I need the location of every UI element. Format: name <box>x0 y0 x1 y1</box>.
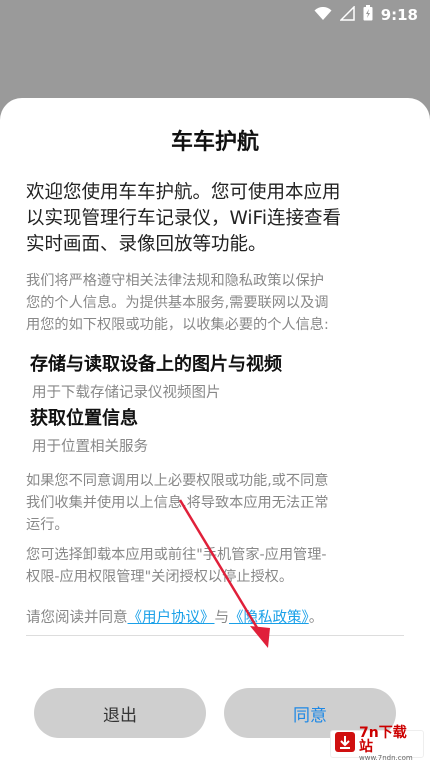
privacy-policy-link[interactable]: 《隐私政策》 <box>229 610 309 626</box>
uninstall-line: 权限-应用权限管理"关闭授权以停止授权。 <box>26 569 294 585</box>
download-icon <box>335 732 355 756</box>
dialog-title: 车车护航 <box>170 130 259 155</box>
signal-icon <box>338 4 355 25</box>
refuse-text: 如果您不同意调用以上必要权限或功能,或不同意 我们收集并使用以上信息,将导致本应… <box>26 470 406 536</box>
refuse-line: 运行。 <box>26 517 69 533</box>
watermark-url: www.7ndn.com <box>359 754 413 762</box>
uninstall-text: 您可选择卸载本应用或前往"手机管家-应用管理- 权限-应用权限管理"关闭授权以停… <box>26 544 406 588</box>
welcome-line: 欢迎您使用车车护航。您可使用本应用 <box>26 182 341 203</box>
watermark-text: 7n下载站 <box>359 725 407 755</box>
agreement-line: 请您阅读并同意《用户协议》与《隐私政策》。 <box>26 606 404 636</box>
permission-location-desc: 用于位置相关服务 <box>32 439 148 455</box>
permission-location-title: 获取位置信息 <box>30 408 138 429</box>
privacy-dialog: 车车护航 欢迎您使用车车护航。您可使用本应用 以实现管理行车记录仪，WiFi连接… <box>0 98 430 764</box>
welcome-text: 欢迎您使用车车护航。您可使用本应用 以实现管理行车记录仪，WiFi连接查看 实时… <box>26 180 402 258</box>
refuse-line: 如果您不同意调用以上必要权限或功能,或不同意 <box>26 473 329 489</box>
permission-storage-desc: 用于下载存储记录仪视频图片 <box>32 385 221 401</box>
battery-icon <box>363 5 373 25</box>
refuse-line: 我们收集并使用以上信息,将导致本应用无法正常 <box>26 495 329 511</box>
uninstall-line: 您可选择卸载本应用或前往"手机管家-应用管理- <box>26 547 327 563</box>
wifi-icon <box>314 6 332 25</box>
welcome-line: 以实现管理行车记录仪，WiFi连接查看 <box>26 208 341 229</box>
intro-line: 您的个人信息。为提供基本服务,需要联网以及调 <box>26 295 329 311</box>
agreement-suffix: 。 <box>308 610 324 626</box>
permission-storage-title: 存储与读取设备上的图片与视频 <box>30 354 282 375</box>
user-agreement-link[interactable]: 《用户协议》 <box>128 610 215 626</box>
agreement-conjunction: 与 <box>214 610 230 626</box>
agreement-prefix: 请您阅读并同意 <box>26 610 128 626</box>
welcome-line: 实时画面、录像回放等功能。 <box>26 234 267 255</box>
intro-line: 用您的如下权限或功能，以收集必要的个人信息: <box>26 317 329 333</box>
status-bar: 9:18 <box>0 0 430 30</box>
intro-line: 我们将严格遵守相关法律法规和隐私政策以保护 <box>26 273 324 289</box>
status-time: 9:18 <box>380 6 418 24</box>
exit-button[interactable]: 退出 <box>34 688 206 738</box>
watermark: 7n下载站 www.7ndn.com <box>330 726 424 762</box>
intro-text: 我们将严格遵守相关法律法规和隐私政策以保护 您的个人信息。为提供基本服务,需要联… <box>26 270 406 336</box>
